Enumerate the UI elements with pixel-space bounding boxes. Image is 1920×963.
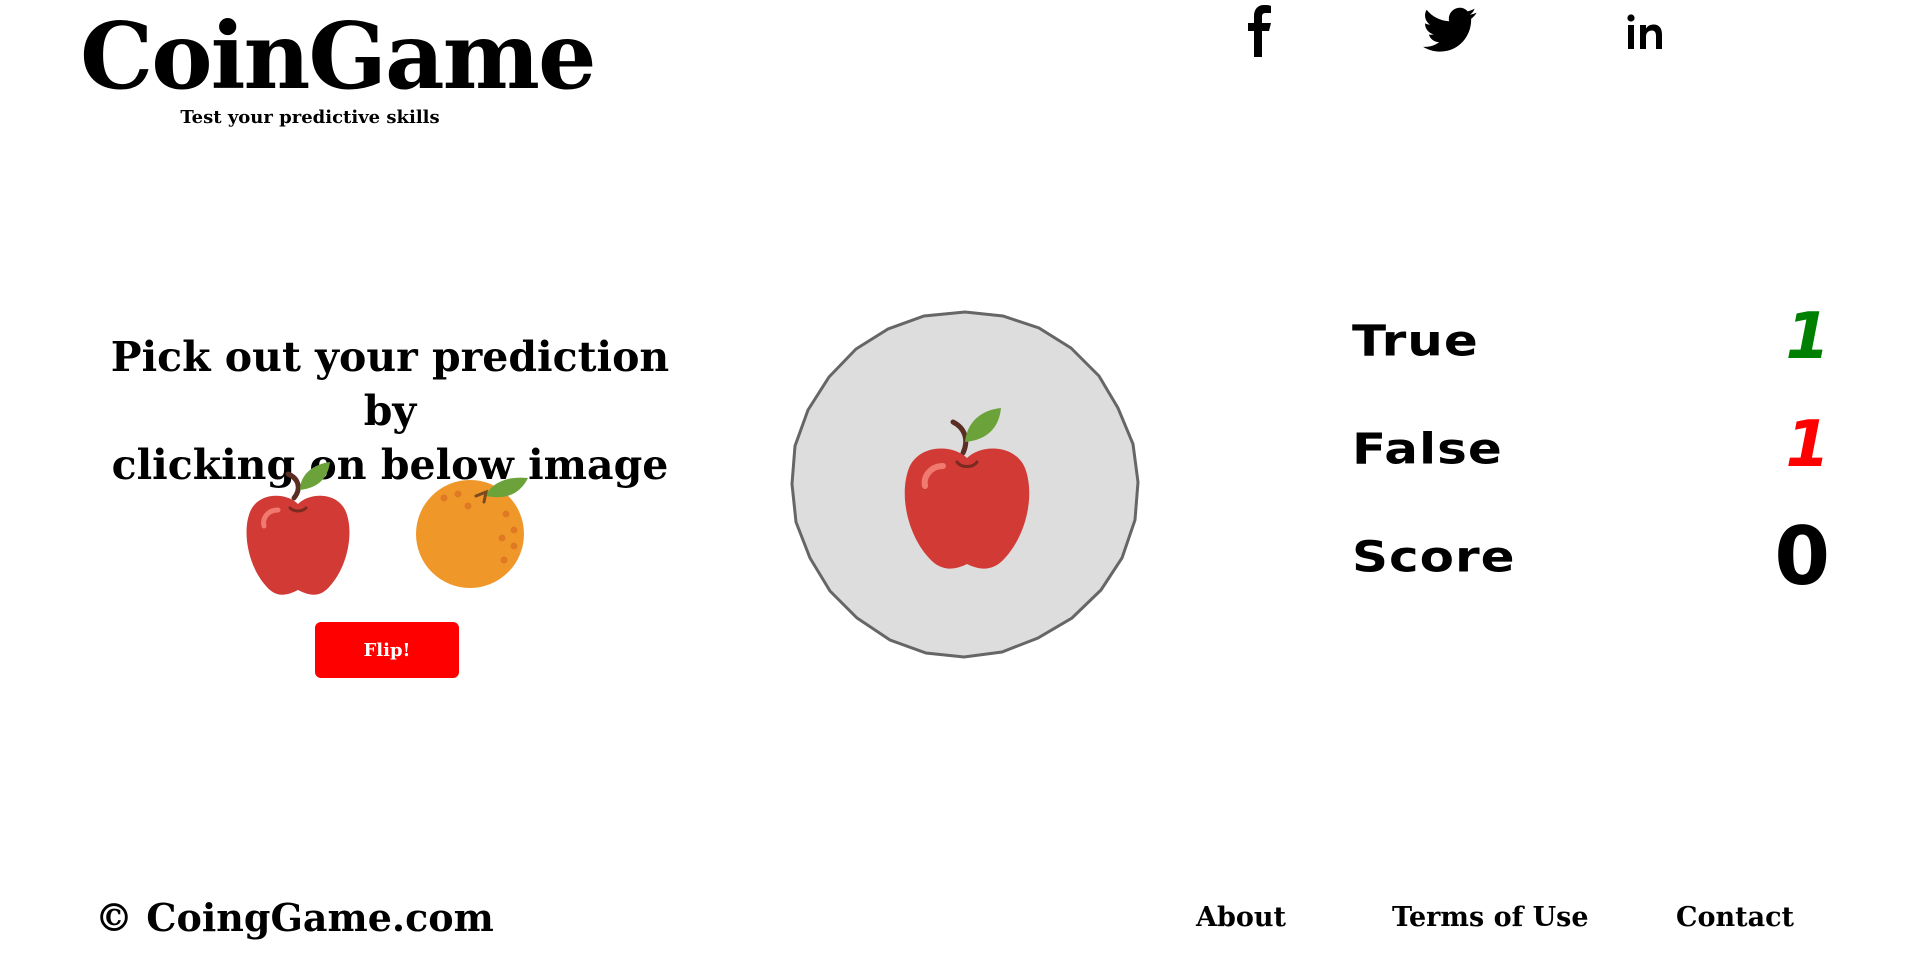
choice-orange[interactable] [414,466,536,592]
apple-icon [246,462,350,595]
linkedin-icon [1627,14,1662,49]
coin-disc [790,310,1140,659]
prediction-prompt: Pick out your prediction by clicking on … [90,330,690,492]
footer-link-terms[interactable]: Terms of Use [1392,902,1589,933]
facebook-link[interactable] [1240,0,1280,60]
true-label: True [1352,316,1479,366]
footer-link-about[interactable]: About [1196,902,1286,933]
score-count: 0 [1774,510,1830,603]
copyright: © CoingGame.com [95,895,494,940]
footer-link-contact[interactable]: Contact [1676,902,1794,933]
site-title: CoinGame [80,2,596,110]
prompt-line-2: clicking on below image [111,441,669,489]
prompt-line-1: Pick out your prediction by [110,333,670,435]
flip-button[interactable]: Flip! [315,622,459,678]
linkedin-link[interactable] [1620,0,1670,60]
false-label: False [1352,424,1503,474]
false-count: 1 [1785,408,1830,482]
page: CoinGame Test your predictive skills Pic… [0,0,1920,963]
facebook-icon [1248,5,1271,57]
choice-apple[interactable] [238,456,358,598]
twitter-link[interactable] [1420,0,1480,60]
coin [790,310,1140,660]
twitter-icon [1423,7,1477,52]
score-label: Score [1352,532,1516,582]
true-count: 1 [1785,300,1830,374]
orange-icon [416,477,528,588]
brand: CoinGame Test your predictive skills [80,2,596,128]
